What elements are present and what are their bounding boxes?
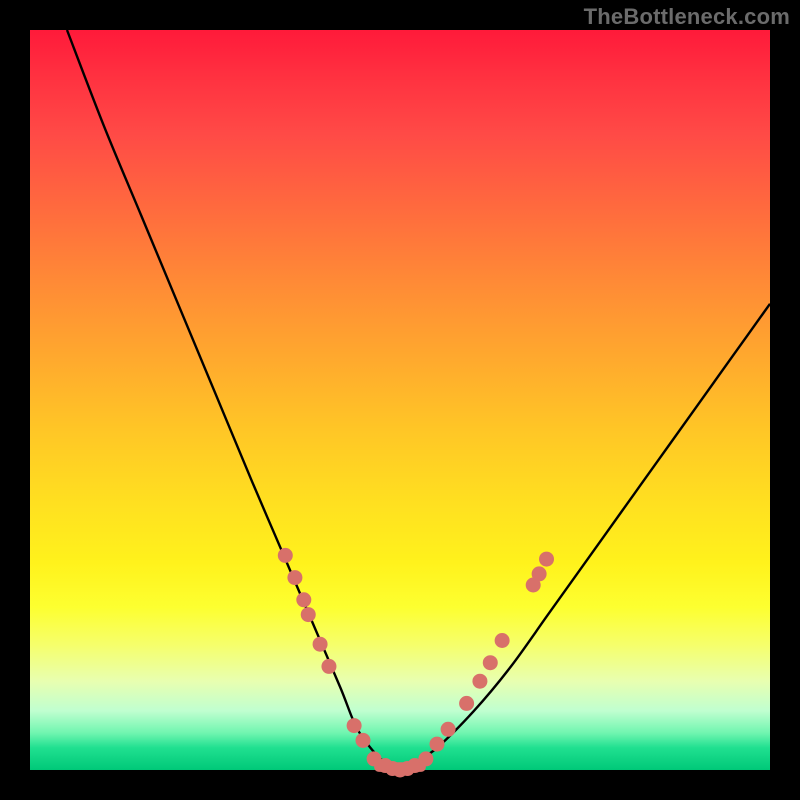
marker-dot [321,659,336,674]
chart-stage: TheBottleneck.com [0,0,800,800]
marker-dot [287,570,302,585]
marker-dot [532,566,547,581]
marker-dot [356,733,371,748]
marker-dot [539,552,554,567]
plot-area [30,30,770,770]
marker-dot [472,674,487,689]
marker-dot [301,607,316,622]
marker-dot [441,722,456,737]
marker-dot [459,696,474,711]
marker-dot [430,737,445,752]
marker-dot [347,718,362,733]
marker-dot [495,633,510,648]
chart-svg [30,30,770,770]
marker-dot [483,655,498,670]
marker-dot [313,637,328,652]
watermark-text: TheBottleneck.com [584,4,790,30]
marker-dot [418,751,433,766]
marker-dot [296,592,311,607]
bottleneck-curve-path [67,30,770,770]
marker-dot [278,548,293,563]
